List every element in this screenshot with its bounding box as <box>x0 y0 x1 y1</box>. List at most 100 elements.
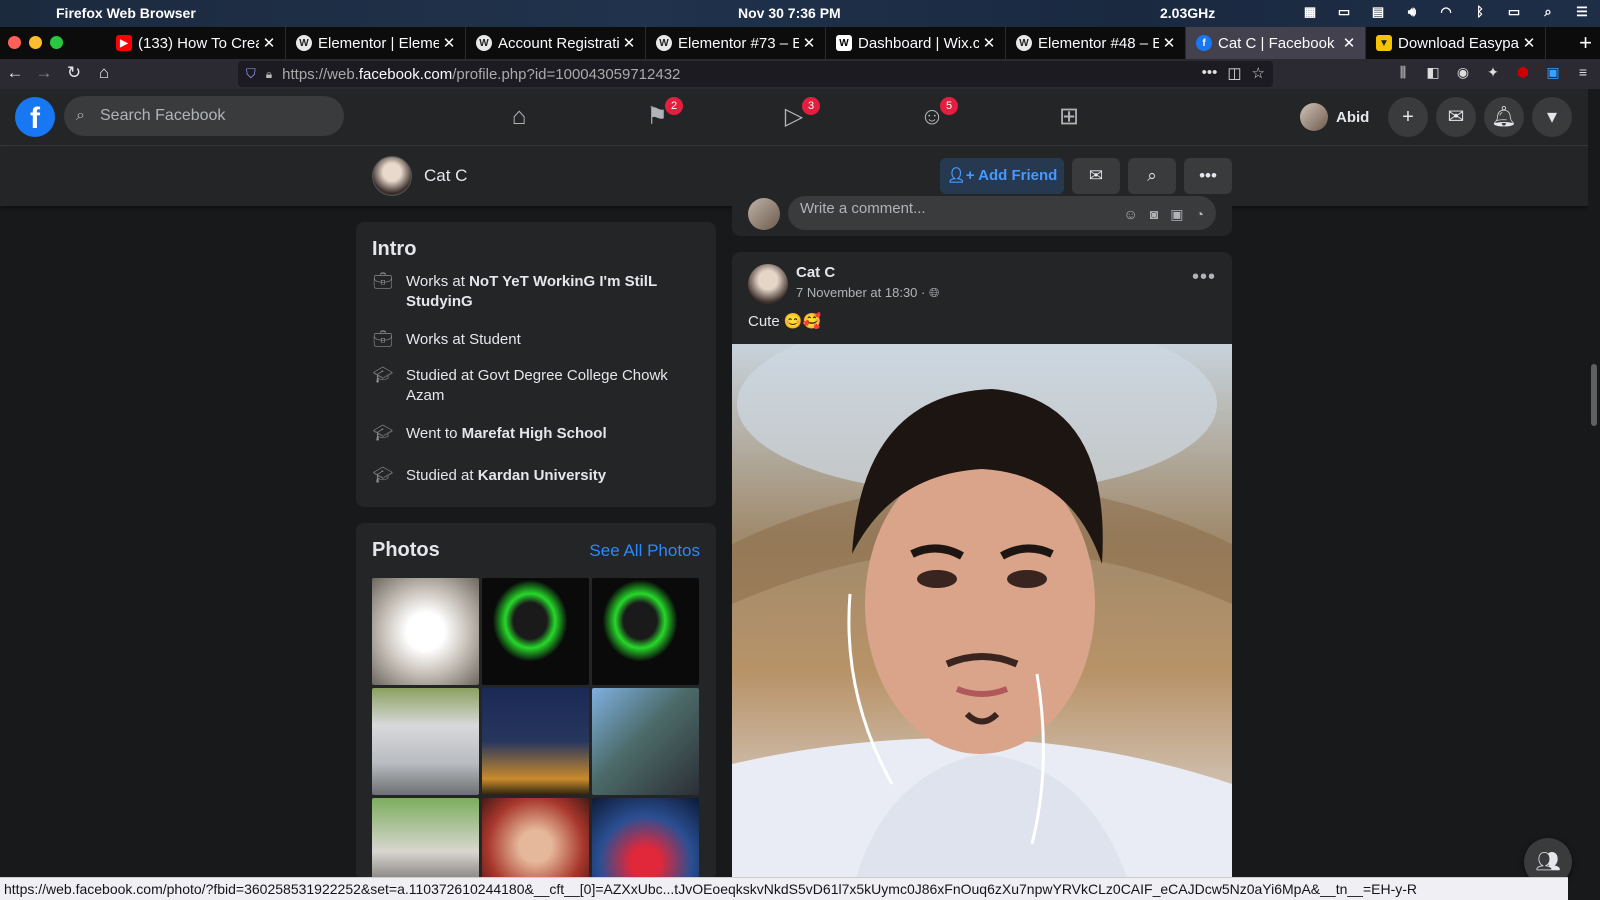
link-status-bar: https://web.facebook.com/photo/?fbid=360… <box>0 877 1568 900</box>
home-icon[interactable]: ⌂ <box>93 63 115 83</box>
photo-thumbnail[interactable] <box>372 798 479 880</box>
gif-icon[interactable]: ▣ <box>1170 201 1183 227</box>
more-options-button[interactable]: ••• <box>1184 158 1232 194</box>
message-button[interactable]: ✉ <box>1072 158 1120 194</box>
memory-icon[interactable]: ▦ <box>1302 4 1318 20</box>
close-tab-icon[interactable]: ✕ <box>259 34 279 52</box>
messenger-icon[interactable]: ✉ <box>1436 97 1476 137</box>
photo-thumbnail[interactable] <box>482 798 589 880</box>
extension-badge-icon[interactable]: ▣ <box>1544 64 1562 81</box>
audience-globe-icon[interactable]: · 🌐︎ <box>921 285 939 300</box>
facebook-logo-icon[interactable]: f <box>15 97 55 137</box>
intro-item-link[interactable]: Kardan University <box>478 467 606 484</box>
pages-nav-icon[interactable]: ⚑ 2 <box>637 97 683 137</box>
photo-thumbnail[interactable] <box>592 798 699 880</box>
profile-avatar[interactable] <box>372 156 412 196</box>
wordpress-icon: W <box>656 35 672 51</box>
page-actions-icon[interactable]: ••• <box>1202 64 1218 82</box>
facebook-icon: f <box>1196 35 1212 51</box>
clock[interactable]: Nov 30 7:36 PM <box>738 5 841 21</box>
sticker-icon[interactable]: ◔ <box>1196 201 1204 227</box>
pocket-icon[interactable]: ◫ <box>1227 64 1241 82</box>
menu-icon[interactable]: ≡ <box>1574 64 1592 81</box>
post-photo[interactable] <box>732 344 1232 892</box>
account-menu-caret-icon[interactable]: ▾ <box>1532 97 1572 137</box>
browser-tab[interactable]: W Elementor #48 – E ✕ <box>1006 27 1186 59</box>
close-tab-icon[interactable]: ✕ <box>1519 34 1539 52</box>
intro-item-link[interactable]: Marefat High School <box>462 425 607 442</box>
add-friend-button[interactable]: 👤︎+ Add Friend <box>940 158 1064 194</box>
camera-icon[interactable]: ◙ <box>1150 201 1158 227</box>
home-nav-icon[interactable]: ⌂ <box>499 97 539 137</box>
post-options-dots-icon[interactable]: ••• <box>1192 266 1216 289</box>
new-tab-button[interactable]: + <box>1579 30 1592 56</box>
browser-tab[interactable]: W Elementor #73 – E ✕ <box>646 27 826 59</box>
watch-nav-icon[interactable]: ▷ 3 <box>774 97 820 137</box>
back-arrow-icon[interactable]: ← <box>4 63 26 83</box>
photo-thumbnail[interactable] <box>372 688 479 795</box>
cpu-indicator[interactable]: 2.03GHz <box>1160 5 1215 21</box>
browser-tab[interactable]: ▶ (133) How To Crea ✕ <box>106 27 286 59</box>
browser-tab[interactable]: ▼ Download Easypa ✕ <box>1366 27 1546 59</box>
close-window-button[interactable] <box>8 36 21 49</box>
close-tab-icon[interactable]: ✕ <box>799 34 819 52</box>
ublock-icon[interactable]: ⬢ <box>1514 64 1532 81</box>
groups-nav-icon[interactable]: ☺ 5 <box>912 97 958 137</box>
bookmark-star-icon[interactable]: ☆ <box>1252 64 1265 82</box>
see-all-photos-link[interactable]: See All Photos <box>589 541 700 561</box>
forward-arrow-icon[interactable]: → <box>33 63 55 83</box>
comment-input[interactable]: Write a comment... ☺ ◙ ▣ ◔ <box>788 196 1216 230</box>
profile-name[interactable]: Cat C <box>424 166 467 186</box>
tab-label: Elementor #73 – E <box>678 34 799 52</box>
close-tab-icon[interactable]: ✕ <box>619 34 639 52</box>
search-profile-button[interactable]: ⌕ <box>1128 158 1176 194</box>
post-timestamp[interactable]: 7 November at 18:30 <box>796 285 917 300</box>
lock-icon[interactable]: 🔒︎ <box>266 67 272 82</box>
close-tab-icon[interactable]: ✕ <box>1159 34 1179 52</box>
photo-thumbnail[interactable] <box>482 578 589 685</box>
volume-icon[interactable]: 🔊︎ <box>1404 4 1420 20</box>
facebook-search-input[interactable]: ⌕ Search Facebook <box>64 96 344 136</box>
create-plus-icon[interactable]: + <box>1388 97 1428 137</box>
browser-tab[interactable]: W Dashboard | Wix.c ✕ <box>826 27 1006 59</box>
browser-tab[interactable]: W Account Registrati ✕ <box>466 27 646 59</box>
url-text[interactable]: https://web.facebook.com/profile.php?id=… <box>282 66 680 83</box>
wordpress-icon: W <box>476 35 492 51</box>
library-icon[interactable]: ⫼ <box>1394 64 1412 81</box>
photo-thumbnail[interactable] <box>372 578 479 685</box>
control-center-icon[interactable]: ☰ <box>1574 4 1590 20</box>
scrollbar-thumb[interactable] <box>1591 364 1597 426</box>
extension-icon[interactable]: ✦ <box>1484 64 1502 81</box>
tracking-protection-shield-icon[interactable]: ⛉ <box>246 66 256 82</box>
reload-icon[interactable]: ↻ <box>63 63 85 83</box>
wix-icon: W <box>836 35 852 51</box>
browser-tab[interactable]: W Elementor | Eleme ✕ <box>286 27 466 59</box>
page-scrollbar[interactable] <box>1588 89 1600 877</box>
emoji-icon[interactable]: ☺ <box>1124 201 1138 227</box>
sidebar-icon[interactable]: ◧ <box>1424 64 1442 81</box>
photo-thumbnail[interactable] <box>592 578 699 685</box>
browser-tab-active[interactable]: f Cat C | Facebook ✕ <box>1186 27 1366 59</box>
maximize-window-button[interactable] <box>50 36 63 49</box>
spotlight-search-icon[interactable]: ⌕ <box>1540 4 1556 20</box>
close-tab-icon[interactable]: ✕ <box>439 34 459 52</box>
minimize-window-button[interactable] <box>29 36 42 49</box>
notifications-bell-icon[interactable]: 🔔︎ <box>1484 97 1524 137</box>
tab-label: Account Registrati <box>498 34 619 52</box>
account-icon[interactable]: ◉ <box>1454 64 1472 81</box>
wifi-icon[interactable]: ◠ <box>1438 4 1454 20</box>
window-layout-icon[interactable]: ▭ <box>1336 4 1352 20</box>
post-author-avatar[interactable] <box>748 264 788 304</box>
app-name[interactable]: Firefox Web Browser <box>56 5 196 21</box>
photo-thumbnail[interactable] <box>592 688 699 795</box>
post-author-name[interactable]: Cat C <box>796 264 835 281</box>
address-bar[interactable]: ⛉ 🔒︎ https://web.facebook.com/profile.ph… <box>238 61 1273 87</box>
bluetooth-icon[interactable]: ᛒ <box>1472 4 1488 20</box>
battery-icon[interactable]: ▭ <box>1506 4 1522 20</box>
storage-icon[interactable]: ▤ <box>1370 4 1386 20</box>
photo-thumbnail[interactable] <box>482 688 589 795</box>
gaming-nav-icon[interactable]: ⊞ <box>1049 97 1089 137</box>
close-tab-icon[interactable]: ✕ <box>979 34 999 52</box>
close-tab-icon[interactable]: ✕ <box>1339 34 1359 52</box>
user-profile-link[interactable]: Abid <box>1300 101 1369 133</box>
